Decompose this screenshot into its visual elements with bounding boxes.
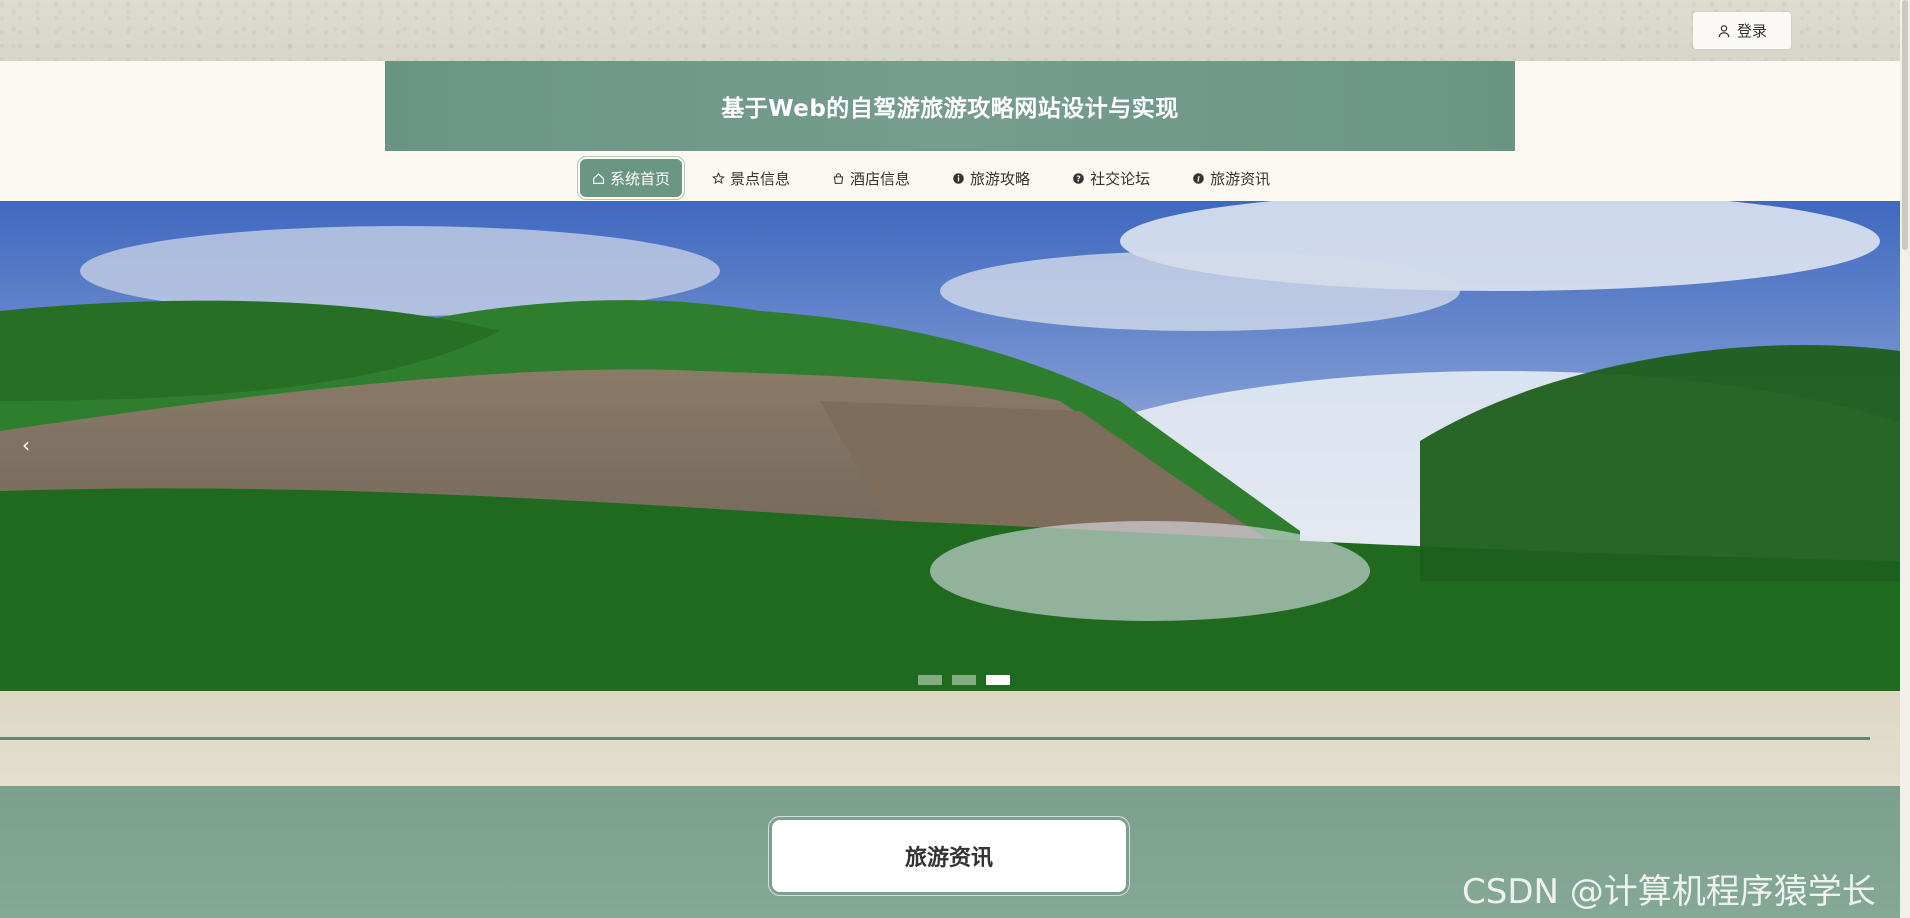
- user-icon: [1718, 24, 1730, 37]
- nav-item-forum[interactable]: ? 社交论坛: [1060, 159, 1162, 197]
- banner-image: [0, 201, 1900, 691]
- nav-label: 旅游攻略: [970, 169, 1031, 188]
- top-bar: 登录: [0, 0, 1910, 61]
- info-icon: [953, 172, 964, 184]
- section-title: 旅游资讯: [904, 846, 993, 871]
- question-icon: ?: [1073, 172, 1084, 184]
- watermark: CSDN @计算机程序猿学长: [1462, 872, 1876, 912]
- carousel-dot[interactable]: [918, 675, 942, 685]
- divider-line: [0, 737, 1870, 740]
- nav-item-home[interactable]: 系统首页: [580, 159, 683, 197]
- login-label: 登录: [1736, 22, 1767, 40]
- carousel-dots: [918, 675, 1010, 685]
- nav-label: 酒店信息: [850, 169, 911, 188]
- svg-text:?: ?: [1076, 173, 1081, 183]
- hero-banner[interactable]: ‹: [0, 201, 1900, 691]
- section-title-box: 旅游资讯: [772, 820, 1126, 892]
- nav-label: 社交论坛: [1090, 169, 1151, 188]
- nav-item-hotel[interactable]: 酒店信息: [820, 159, 922, 197]
- nav-item-scenic[interactable]: 景点信息: [700, 159, 802, 197]
- carousel-dot[interactable]: [952, 675, 976, 685]
- svg-text:i: i: [1197, 174, 1200, 183]
- site-title: 基于Web的自驾游旅游攻略网站设计与实现: [721, 96, 1179, 122]
- banner-prev-button[interactable]: ‹: [22, 433, 30, 457]
- nav-item-news[interactable]: i 旅游资讯: [1180, 159, 1282, 197]
- header: 基于Web的自驾游旅游攻略网站设计与实现 系统首页 景点信息 酒店信息 旅游攻略…: [0, 61, 1900, 201]
- nav-item-guide[interactable]: 旅游攻略: [940, 159, 1042, 197]
- main-nav: 系统首页 景点信息 酒店信息 旅游攻略 ? 社交论坛 i 旅游资讯: [580, 155, 1300, 201]
- title-banner: 基于Web的自驾游旅游攻略网站设计与实现: [385, 61, 1515, 151]
- bag-icon: [833, 172, 844, 184]
- star-icon: [712, 171, 725, 184]
- nav-label: 旅游资讯: [1210, 169, 1271, 188]
- carousel-dot-active[interactable]: [986, 675, 1010, 685]
- scrollbar-thumb[interactable]: [1902, 0, 1908, 250]
- home-icon: [593, 172, 604, 184]
- info-icon: i: [1193, 172, 1204, 184]
- scrollbar[interactable]: [1900, 0, 1910, 918]
- nav-label: 景点信息: [730, 169, 791, 188]
- nav-label: 系统首页: [610, 169, 671, 188]
- divider-band: [0, 691, 1900, 786]
- login-button[interactable]: 登录: [1693, 12, 1791, 49]
